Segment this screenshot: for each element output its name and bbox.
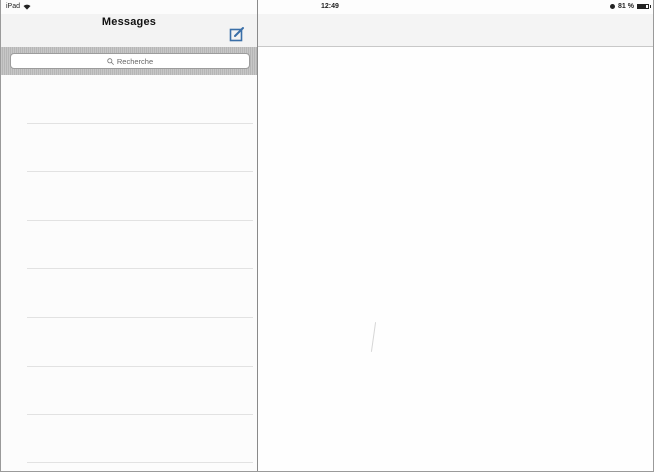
list-item[interactable] (27, 171, 253, 172)
list-item[interactable] (27, 123, 253, 124)
battery-percentage: 81 % (618, 3, 634, 10)
battery-tip-icon (650, 5, 651, 8)
detail-navigation-bar (258, 14, 653, 47)
compose-button[interactable] (229, 26, 245, 42)
list-item[interactable] (27, 220, 253, 221)
conversation-detail-area (258, 47, 653, 471)
wifi-icon (23, 4, 31, 10)
device-name: iPad (6, 3, 21, 10)
conversation-list-panel: Messages Recherche (1, 0, 258, 471)
status-time: 12:49 (321, 3, 339, 10)
battery-level-fill (638, 5, 647, 8)
ipad-screen: Messages Recherche iPad 12:49 81 % (0, 0, 654, 472)
list-item[interactable] (27, 268, 253, 269)
rotation-lock-icon (610, 4, 616, 9)
search-placeholder: Recherche (116, 56, 154, 66)
list-item[interactable] (27, 462, 253, 463)
battery-icon (637, 4, 649, 9)
compose-icon (229, 27, 244, 42)
list-item[interactable] (27, 414, 253, 415)
list-item[interactable] (27, 366, 253, 367)
search-icon (107, 57, 114, 65)
status-bar: iPad 12:49 81 % (1, 0, 653, 14)
page-title: Messages (101, 16, 157, 28)
search-input[interactable]: Recherche (10, 53, 250, 69)
list-item[interactable] (27, 317, 253, 318)
